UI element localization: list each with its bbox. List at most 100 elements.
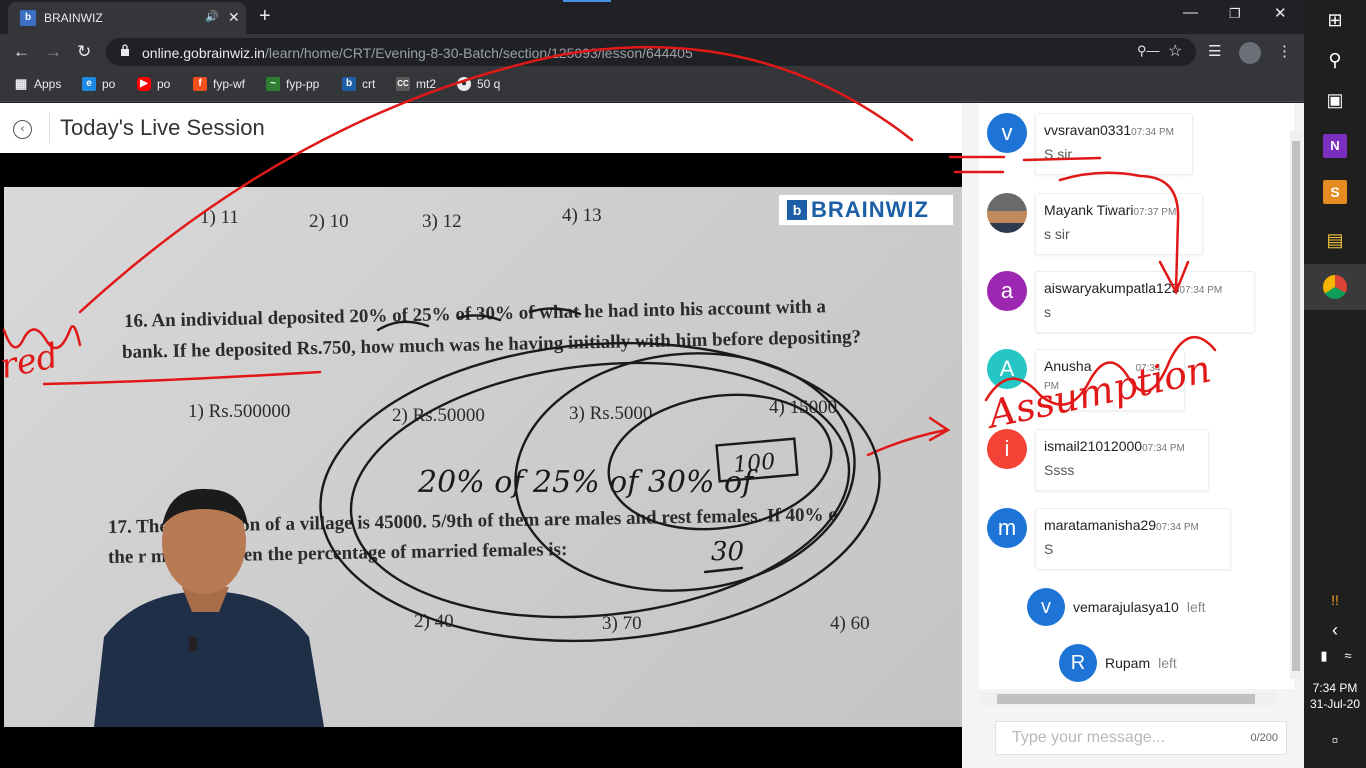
apps-grid-icon: ▦ [14, 76, 28, 91]
tray-chevron-icon[interactable]: ‹ [1323, 618, 1347, 642]
tab-accent-bar [563, 0, 611, 2]
search-icon[interactable]: ⚲ [1323, 48, 1347, 72]
onenote-icon[interactable]: N [1323, 134, 1347, 158]
avatar: v [987, 113, 1027, 153]
wifi-icon[interactable]: ≈ [1336, 644, 1360, 668]
event-username: vemarajulasya10 [1073, 599, 1179, 615]
forward-icon[interactable]: → [45, 42, 62, 62]
option-text: 1) 11 [200, 207, 239, 228]
message-text: S sir [1044, 146, 1072, 162]
bookmark-star-icon[interactable]: ☆ [1168, 41, 1182, 61]
question-16-line2: bank. If he deposited Rs.750, how much w… [121, 326, 862, 363]
option-text: 2) 40 [414, 611, 454, 632]
minimize-icon[interactable]: — [1183, 4, 1198, 21]
user-left-event: R Rupam left [1059, 644, 1177, 682]
avatar: v [1027, 588, 1065, 626]
youtube-icon: ▶ [137, 77, 151, 91]
browser-tab[interactable]: b BRAINWIZ 🔊 ✕ [8, 2, 246, 34]
avatar [987, 193, 1027, 233]
sublime-icon[interactable]: S [1323, 180, 1347, 204]
chat-message-list[interactable]: v vvsravan033107:34 PM S sir Mayank Tiwa… [979, 103, 1294, 689]
action-center-icon[interactable]: ▫ [1323, 728, 1347, 752]
close-window-icon[interactable]: ✕ [1274, 4, 1287, 22]
option-text: 2) Rs.50000 [392, 405, 485, 426]
presenter-video [94, 488, 324, 727]
message-text: Ssss [1044, 462, 1075, 478]
bookmark-crt[interactable]: b crt [342, 77, 375, 91]
web-page: ‹ Today's Live Session b BRAINWIZ 1) 11 … [0, 103, 1304, 768]
message-bubble: ismail2101200007:34 PM Ssss [1035, 429, 1209, 491]
avatar: i [987, 429, 1027, 469]
windows-start-icon[interactable]: ⊞ [1323, 8, 1347, 32]
chat-horizontal-scrollbar[interactable] [979, 692, 1276, 706]
option-text: 2) 10 [309, 211, 349, 232]
bookmark-po-youtube[interactable]: ▶ po [137, 77, 170, 91]
reload-icon[interactable]: ↻ [77, 42, 91, 62]
event-status: left [1186, 599, 1206, 615]
windows-taskbar: ⊞ ⚲ ▣ N S ▤ !! ‹ ▮ ≈ 7:34 PM 31-Jul-20 ▫ [1304, 0, 1366, 768]
bookmark-po-edge[interactable]: e po [82, 77, 115, 91]
message-username: maratamanisha29 [1044, 517, 1157, 533]
profile-avatar[interactable] [1239, 42, 1261, 64]
logo-mark-icon: b [787, 200, 807, 220]
bookmark-fyp-pp[interactable]: ~ fyp-pp [266, 77, 319, 91]
message-username: vvsravan0331 [1044, 122, 1132, 138]
message-text: s sir [1044, 226, 1070, 242]
message-time: 07:37 PM [1133, 207, 1177, 218]
bookmark-fyp-wf[interactable]: f fyp-wf [193, 77, 245, 91]
browser-tab-bar: b BRAINWIZ 🔊 ✕ + — ❐ ✕ [0, 0, 1304, 34]
session-header: ‹ Today's Live Session [0, 103, 962, 153]
new-tab-icon[interactable]: + [259, 5, 271, 28]
bookmark-mt2[interactable]: CC mt2 [396, 77, 436, 91]
file-explorer-icon[interactable]: ▤ [1323, 228, 1347, 252]
back-circle-icon[interactable]: ‹ [13, 120, 32, 139]
back-icon[interactable]: ← [13, 42, 30, 62]
option-text: 4) 13 [562, 205, 602, 226]
brainwiz-logo: b BRAINWIZ [779, 195, 953, 225]
option-text: 1) Rs.500000 [188, 401, 291, 422]
message-username: aiswaryakumpatla123 [1044, 280, 1180, 296]
message-bubble: aiswaryakumpatla12307:34 PM s [1035, 271, 1255, 333]
option-text: 3) Rs.5000 [569, 403, 653, 424]
restore-icon[interactable]: ❐ [1229, 6, 1241, 22]
chat-vertical-scrollbar[interactable] [1290, 131, 1302, 679]
screen: b BRAINWIZ 🔊 ✕ + — ❐ ✕ ← → ↻ online.gobr… [0, 0, 1366, 768]
brainwiz-favicon: b [20, 10, 36, 26]
avatar: A [987, 349, 1027, 389]
message-username: ismail21012000 [1044, 438, 1143, 454]
clock-time: 7:34 PM [1312, 681, 1358, 695]
url-text: online.gobrainwiz.in/learn/home/CRT/Even… [142, 45, 693, 61]
message-bubble: Mayank Tiwari07:37 PM s sir [1035, 193, 1203, 255]
taskbar-clock[interactable]: 7:34 PM 31-Jul-20 [1304, 680, 1366, 712]
chat-panel: v vvsravan033107:34 PM S sir Mayank Tiwa… [962, 103, 1304, 768]
chrome-icon[interactable] [1323, 275, 1347, 299]
globe-icon: ● [457, 77, 471, 91]
live-video-player[interactable]: b BRAINWIZ 1) 11 2) 10 3) 12 4) 13 16. A… [0, 153, 962, 768]
address-bar[interactable]: online.gobrainwiz.in/learn/home/CRT/Even… [106, 38, 1196, 66]
message-time: 07:34 PM [1156, 522, 1199, 533]
tab-close-icon[interactable]: ✕ [228, 9, 240, 26]
media-control-icon[interactable]: ☰ [1208, 42, 1221, 60]
brainwiz-icon: b [342, 77, 356, 91]
key-icon[interactable]: ⚲— [1137, 43, 1160, 59]
message-time: 07:34 PM [1131, 127, 1174, 138]
message-time: 07:34 PM [1142, 443, 1185, 454]
tab-audio-icon[interactable]: 🔊 [205, 10, 219, 23]
avatar: a [987, 271, 1027, 311]
browser-toolbar: ← → ↻ online.gobrainwiz.in/learn/home/CR… [0, 34, 1304, 70]
battery-icon[interactable]: ▮ [1312, 644, 1336, 668]
message-bubble: Anusha 07:34 PM [1035, 349, 1185, 411]
bookmark-50q[interactable]: ● 50 q [457, 77, 500, 91]
message-time: 07:34 PM [1179, 285, 1223, 296]
char-counter: 0/200 [1250, 732, 1278, 744]
notification-badge-icon[interactable]: !! [1323, 588, 1347, 612]
chat-message-input[interactable] [996, 722, 1236, 754]
scroll-thumb[interactable] [1292, 141, 1300, 671]
menu-kebab-icon[interactable]: ⋮ [1277, 42, 1292, 60]
event-username: Rupam [1105, 655, 1151, 671]
bookmark-apps[interactable]: ▦ Apps [14, 76, 62, 92]
clock-date: 31-Jul-20 [1309, 697, 1361, 711]
message-bubble: maratamanisha2907:34 PM S [1035, 508, 1231, 570]
scroll-thumb[interactable] [997, 694, 1255, 704]
task-view-icon[interactable]: ▣ [1323, 88, 1347, 112]
